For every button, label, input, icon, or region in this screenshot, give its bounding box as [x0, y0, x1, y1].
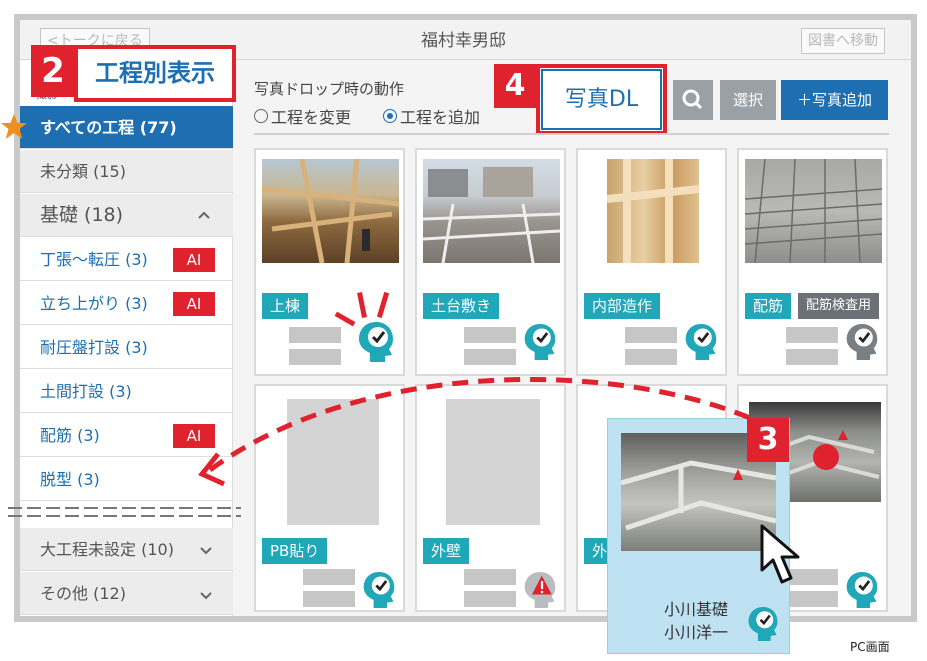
step-number-badge: 2: [31, 45, 75, 97]
ai-head-check-icon: [746, 605, 780, 643]
ai-head-check-icon: [522, 322, 558, 362]
photo-card[interactable]: 土台敷き: [415, 148, 566, 376]
sidebar-item-0[interactable]: 丁張～転圧 (3) AI: [20, 238, 233, 281]
sidebar-item-1[interactable]: 立ち上がり (3) AI: [20, 282, 233, 325]
search-icon: [682, 89, 703, 110]
step-number-badge: 3: [747, 418, 789, 462]
omission-break: [8, 504, 241, 518]
placeholder-bar: [289, 327, 341, 343]
step-number-badge: 4: [494, 64, 536, 108]
go-to-drawings-button[interactable]: 図書へ移動: [801, 28, 885, 54]
sidebar-item-2[interactable]: 耐圧盤打設 (3): [20, 326, 233, 369]
drop-target-marker: [813, 444, 839, 470]
placeholder-bar: [289, 349, 341, 365]
select-button[interactable]: 選択: [720, 80, 776, 120]
ai-head-check-icon: [683, 322, 719, 362]
photo-thumbnail: [423, 159, 560, 263]
sidebar-group-label: 基礎 (18): [40, 204, 124, 226]
placeholder-bar: [464, 591, 516, 607]
stage-tag: 配筋: [745, 293, 792, 319]
sidebar-item-label: 配筋 (3): [40, 426, 100, 445]
chevron-down-icon[interactable]: [198, 588, 214, 602]
ai-head-check-icon: [361, 570, 397, 610]
sidebar-item-label: 立ち上がり (3): [40, 294, 148, 313]
chevron-up-icon[interactable]: [196, 207, 212, 221]
stage-tag: 内部造作: [584, 293, 661, 319]
radio-unchecked-icon[interactable]: [254, 109, 268, 123]
option-label: 工程を追加: [400, 108, 481, 127]
sidebar-item-label: 土間打設 (3): [40, 382, 132, 401]
dragged-card-company: 小川基礎: [664, 600, 729, 619]
sidebar-item-label: 丁張～転圧 (3): [40, 250, 148, 269]
sidebar-item-label: 耐圧盤打設 (3): [40, 338, 148, 357]
radio-checked-icon[interactable]: [383, 109, 397, 123]
placeholder-bar: [786, 349, 838, 365]
star-icon: [0, 113, 28, 141]
mouse-cursor-icon: [758, 522, 810, 590]
toolbar-divider: [254, 133, 889, 135]
search-button[interactable]: [673, 80, 713, 120]
option-change-stage[interactable]: 工程を変更: [254, 104, 351, 128]
stage-tag: 土台敷き: [423, 293, 500, 319]
stage-tag: 上棟: [262, 293, 309, 319]
placeholder-bar: [464, 569, 516, 585]
sidebar-item-label: 脱型 (3): [40, 470, 100, 489]
placeholder-bar: [464, 349, 516, 365]
placeholder-bar: [625, 327, 677, 343]
sidebar-item-all[interactable]: すべての工程 (77): [20, 106, 233, 149]
add-photo-button[interactable]: ＋写真追加: [781, 80, 888, 120]
option-add-stage[interactable]: 工程を追加: [383, 104, 480, 128]
photo-download-button[interactable]: 写真DL: [541, 69, 662, 130]
placeholder-bar: [625, 349, 677, 365]
ai-head-check-icon: [356, 320, 396, 364]
placeholder-bar: [464, 327, 516, 343]
photo-card[interactable]: 配筋 配筋検査用: [737, 148, 888, 376]
dragged-card-person: 小川洋一: [664, 623, 729, 642]
drag-path-arrow: [180, 370, 820, 500]
ai-head-check-icon: [844, 322, 880, 362]
placeholder-bar: [303, 569, 355, 585]
photo-thumbnail: [745, 159, 882, 263]
ai-head-warning-icon: [522, 570, 558, 610]
stage-tag: 外壁: [423, 538, 470, 564]
placeholder-bar: [786, 327, 838, 343]
ai-badge: AI: [173, 292, 215, 316]
ai-badge: AI: [173, 248, 215, 272]
photo-card[interactable]: 内部造作: [576, 148, 727, 376]
drop-behavior-heading: 写真ドロップ時の動作: [254, 80, 405, 98]
inspection-tag: 配筋検査用: [798, 293, 880, 319]
photo-thumbnail: [607, 159, 699, 263]
placeholder-bar: [303, 591, 355, 607]
footer-caption: PC画面: [850, 640, 890, 654]
sidebar-item-uncategorized[interactable]: 未分類 (15): [20, 150, 233, 193]
step2-callout-label: 工程別表示: [74, 45, 236, 102]
ai-head-check-icon: [844, 570, 880, 610]
option-label: 工程を変更: [271, 108, 352, 127]
placeholder-bar: [786, 591, 838, 607]
stage-tag: PB貼り: [262, 538, 328, 564]
chevron-down-icon[interactable]: [198, 543, 214, 557]
photo-thumbnail: [262, 159, 399, 263]
